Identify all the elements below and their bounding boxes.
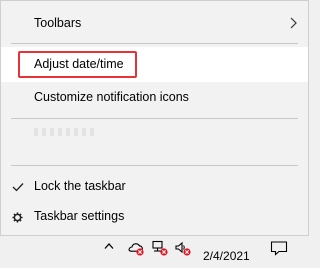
menu-item-toolbars-label: Toolbars [34, 16, 82, 30]
menu-item-toolbars[interactable]: Toolbars [1, 6, 308, 41]
menu-item-taskbar-settings-label: Taskbar settings [34, 209, 125, 223]
menu-item-lock-taskbar-label: Lock the taskbar [34, 179, 126, 193]
menu-item-adjust-date-time[interactable]: Adjust date/time [1, 47, 308, 82]
volume-error-icon[interactable] [174, 240, 192, 256]
chevron-up-icon[interactable] [104, 242, 114, 250]
menu-item-customize-notification-icons-label: Customize notification icons [34, 90, 189, 104]
menu-item-taskbar-settings[interactable]: Taskbar settings [1, 199, 308, 234]
menu-separator [11, 165, 298, 166]
menu-separator [11, 43, 298, 44]
faded-menu-item [34, 128, 94, 136]
taskbar-context-menu: Toolbars Adjust date/time Customize noti… [0, 0, 309, 236]
menu-item-customize-notification-icons[interactable]: Customize notification icons [1, 80, 308, 115]
onedrive-error-icon[interactable] [127, 240, 145, 256]
taskbar-date[interactable]: 2/4/2021 [203, 249, 250, 263]
network-error-icon[interactable] [151, 240, 169, 256]
chevron-right-icon [290, 17, 297, 29]
menu-item-adjust-date-time-label: Adjust date/time [34, 57, 124, 71]
menu-separator [11, 118, 298, 119]
action-center-icon[interactable] [270, 240, 288, 256]
